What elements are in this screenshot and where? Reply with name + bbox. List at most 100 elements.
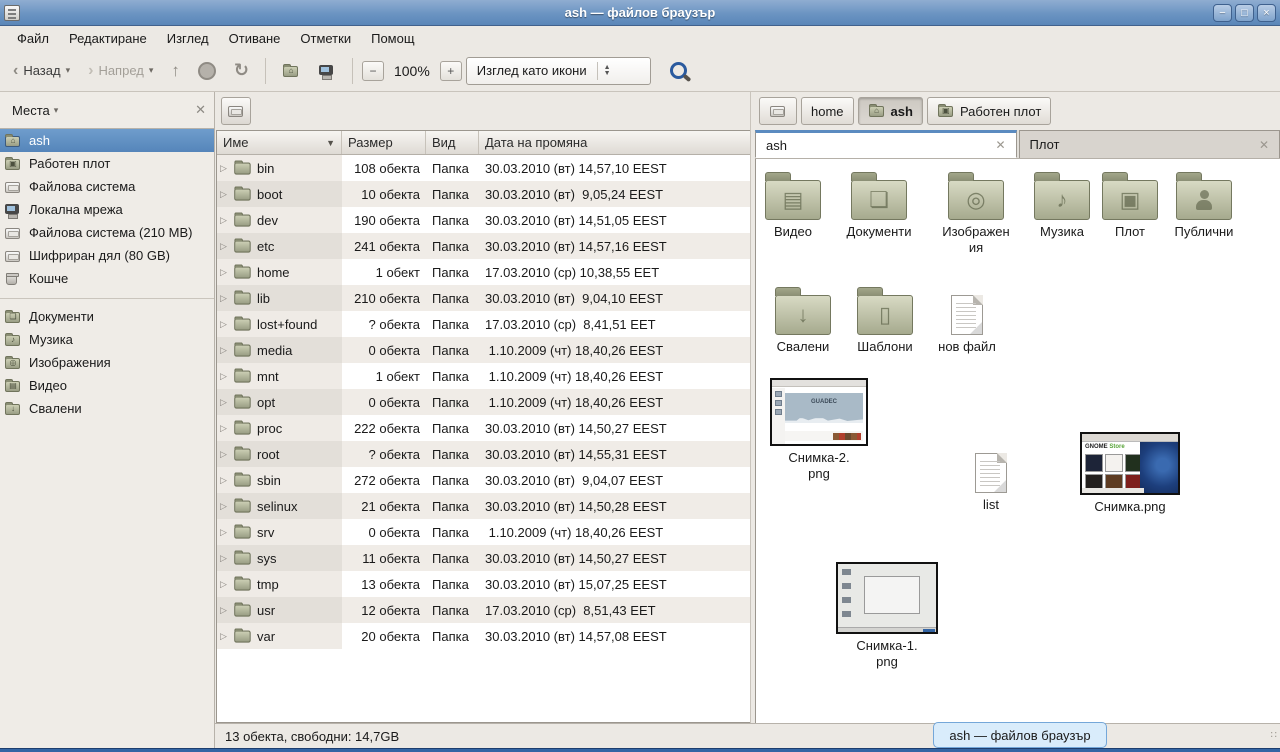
icon-view-item-1[interactable]: ❏Документи [833,171,925,240]
menu-item-3[interactable]: Отиване [220,28,290,49]
path-button-root[interactable] [759,97,797,125]
up-button[interactable]: ↑ [164,57,187,85]
sidebar-item-6[interactable]: Кошче [0,267,214,290]
column-header-0[interactable]: Име▼ [217,131,342,154]
table-row[interactable]: ▷bin 108 обекта Папка 30.03.2010 (вт) 14… [217,155,750,181]
table-row[interactable]: ▷srv 0 обекта Папка 1.10.2009 (чт) 18,40… [217,519,750,545]
table-row[interactable]: ▷media 0 обекта Папка 1.10.2009 (чт) 18,… [217,337,750,363]
menu-item-1[interactable]: Редактиране [60,28,156,49]
table-row[interactable]: ▷mnt 1 обект Папка 1.10.2009 (чт) 18,40,… [217,363,750,389]
sidebar-item-2[interactable]: Файлова система [0,175,214,198]
expander-icon[interactable]: ▷ [220,631,230,642]
expander-icon[interactable]: ▷ [220,163,230,174]
sidebar-item-0[interactable]: ⌂ash [0,129,214,152]
table-row[interactable]: ▷sys 11 обекта Папка 30.03.2010 (вт) 14,… [217,545,750,571]
icon-view-item-10[interactable]: list [952,447,1030,513]
table-row[interactable]: ▷boot 10 обекта Папка 30.03.2010 (вт) 9,… [217,181,750,207]
table-row[interactable]: ▷var 20 обекта Папка 30.03.2010 (вт) 14,… [217,623,750,649]
menu-item-0[interactable]: Файл [8,28,58,49]
expander-icon[interactable]: ▷ [220,215,230,226]
sidebar-item-4[interactable]: Файлова система (210 MB) [0,221,214,244]
column-header-1[interactable]: Размер [342,131,426,154]
column-header-3[interactable]: Дата на промяна [479,131,750,154]
table-row[interactable]: ▷proc 222 обекта Папка 30.03.2010 (вт) 1… [217,415,750,441]
sidebar-title[interactable]: Места [12,103,50,118]
expander-icon[interactable]: ▷ [220,449,230,460]
stop-button[interactable] [191,58,223,84]
tab-close-icon[interactable]: ✕ [995,138,1005,152]
forward-button[interactable]: › Напред ▾ [81,58,160,84]
table-row[interactable]: ▷selinux 21 обекта Папка 30.03.2010 (вт)… [217,493,750,519]
sidebar-item-1[interactable]: ▣Работен плот [0,152,214,175]
search-button[interactable] [655,58,694,83]
expander-icon[interactable]: ▷ [220,371,230,382]
view-mode-combobox[interactable]: Изглед като икони ▲▼ [466,57,651,85]
icon-view-item-11[interactable]: GNOME Store Снимка.png [1076,432,1184,515]
forward-dropdown-icon[interactable]: ▾ [149,65,154,76]
home-button[interactable]: ⌂ [275,59,307,83]
back-button[interactable]: ‹ Назад ▾ [6,58,77,84]
expander-icon[interactable]: ▷ [220,501,230,512]
sidebar-title-dropdown-icon[interactable]: ▾ [54,105,59,116]
sidebar-close-icon[interactable]: ✕ [195,102,206,118]
expander-icon[interactable]: ▷ [220,319,230,330]
expander-icon[interactable]: ▷ [220,527,230,538]
menu-item-5[interactable]: Помощ [362,28,423,49]
table-row[interactable]: ▷sbin 272 обекта Папка 30.03.2010 (вт) 9… [217,467,750,493]
tab-1[interactable]: Плот ✕ [1019,130,1280,158]
sidebar-item-10[interactable]: ◎Изображения [0,351,214,374]
expander-icon[interactable]: ▷ [220,397,230,408]
zoom-out-button[interactable]: − [362,61,384,81]
sidebar-item-12[interactable]: ↓Свалени [0,397,214,420]
maximize-button[interactable]: □ [1235,4,1254,22]
path-button-ash[interactable]: ⌂ash [858,97,923,125]
expander-icon[interactable]: ▷ [220,553,230,564]
table-row[interactable]: ▷opt 0 обекта Папка 1.10.2009 (чт) 18,40… [217,389,750,415]
icon-view-item-2[interactable]: ◎Изображен ия [930,171,1022,256]
table-row[interactable]: ▷usr 12 обекта Папка 17.03.2010 (ср) 8,5… [217,597,750,623]
expander-icon[interactable]: ▷ [220,475,230,486]
path-button-home[interactable]: home [801,97,854,125]
path-button-Работен плот[interactable]: ▣Работен плот [927,97,1051,125]
tab-0[interactable]: ash ✕ [755,130,1017,158]
expander-icon[interactable]: ▷ [220,423,230,434]
back-dropdown-icon[interactable]: ▾ [66,65,71,76]
menu-item-2[interactable]: Изглед [158,28,218,49]
expander-icon[interactable]: ▷ [220,267,230,278]
table-row[interactable]: ▷lib 210 обекта Папка 30.03.2010 (вт) 9,… [217,285,750,311]
filesystem-root-button[interactable] [221,97,251,125]
sidebar-item-5[interactable]: Шифриран дял (80 GB) [0,244,214,267]
icon-view-item-4[interactable]: ▣Плот [1094,171,1166,240]
icon-view-item-3[interactable]: ♪Музика [1018,171,1106,240]
expander-icon[interactable]: ▷ [220,241,230,252]
expander-icon[interactable]: ▷ [220,579,230,590]
column-header-2[interactable]: Вид [426,131,479,154]
minimize-button[interactable]: − [1213,4,1232,22]
icon-view-item-12[interactable]: Снимка-1. png [833,562,941,670]
sidebar-item-9[interactable]: ♪Музика [0,328,214,351]
icon-view-item-5[interactable]: Публични [1160,171,1248,240]
reload-button[interactable]: ↻ [227,56,256,85]
resize-grip[interactable]: ∷ [1271,730,1278,741]
table-row[interactable]: ▷home 1 обект Папка 17.03.2010 (ср) 10,3… [217,259,750,285]
table-row[interactable]: ▷tmp 13 обекта Папка 30.03.2010 (вт) 15,… [217,571,750,597]
computer-button[interactable] [311,59,343,83]
icon-view-item-6[interactable]: ↓Свалени [764,286,842,355]
icon-view-item-7[interactable]: ▯Шаблони [845,286,925,355]
tab-close-icon[interactable]: ✕ [1259,138,1269,152]
sidebar-item-8[interactable]: ❏Документи [0,305,214,328]
table-row[interactable]: ▷dev 190 обекта Папка 30.03.2010 (вт) 14… [217,207,750,233]
expander-icon[interactable]: ▷ [220,605,230,616]
titlebar[interactable]: ash — файлов браузър − □ × [0,0,1280,26]
close-button[interactable]: × [1257,4,1276,22]
sidebar-item-11[interactable]: ▤Видео [0,374,214,397]
icon-view-item-0[interactable]: ▤Видео [756,171,830,240]
icon-view[interactable]: ▤Видео ❏Документи ◎Изображен ия ♪Музика … [755,159,1280,723]
expander-icon[interactable]: ▷ [220,189,230,200]
icon-view-item-9[interactable]: GUADEC Снимка-2. png [768,378,870,482]
zoom-in-button[interactable]: + [440,61,462,81]
sidebar-item-3[interactable]: Локална мрежа [0,198,214,221]
table-row[interactable]: ▷root ? обекта Папка 30.03.2010 (вт) 14,… [217,441,750,467]
expander-icon[interactable]: ▷ [220,345,230,356]
table-row[interactable]: ▷lost+found ? обекта Папка 17.03.2010 (с… [217,311,750,337]
